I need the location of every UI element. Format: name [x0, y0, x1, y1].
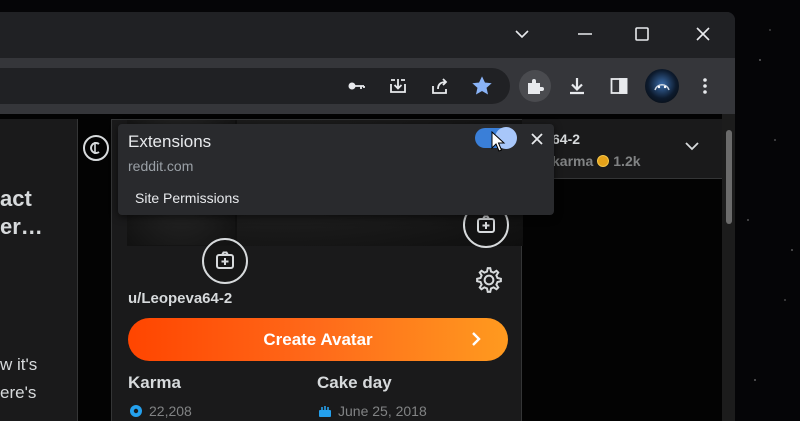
title-bar: [0, 12, 735, 58]
side-panel-icon[interactable]: [603, 70, 635, 102]
minimize-button[interactable]: [565, 20, 605, 48]
left-heading: act er…: [0, 185, 43, 241]
extensions-puzzle-icon[interactable]: [519, 70, 551, 102]
scrollbar-thumb[interactable]: [726, 130, 732, 224]
create-avatar-button[interactable]: Create Avatar: [128, 318, 508, 361]
site-permissions-link[interactable]: Site Permissions: [135, 190, 239, 206]
share-icon[interactable]: [424, 70, 456, 102]
left-body-text: w it's ere's: [0, 351, 37, 407]
coins-icon[interactable]: [82, 134, 110, 162]
left-sidebar-card: act er… w it's ere's: [0, 119, 78, 421]
profile-avatar[interactable]: [645, 69, 679, 103]
coin-icon: [597, 155, 610, 167]
more-menu-icon[interactable]: [689, 70, 721, 102]
maximize-button[interactable]: [622, 20, 662, 48]
browser-window: act er… w it's ere's u/Leopeva64-2 Creat…: [0, 12, 735, 421]
user-menu-karma: karma 1.2k: [552, 153, 641, 169]
karma-number: 22,208: [149, 403, 192, 419]
cake-day-date: June 25, 2018: [338, 403, 427, 419]
tab-search-chevron-icon[interactable]: [502, 20, 542, 48]
create-avatar-label: Create Avatar: [263, 329, 373, 349]
user-menu-name: 64-2: [552, 131, 581, 147]
left-text-line-1: w it's: [0, 355, 38, 374]
extensions-popup: Extensions reddit.com Site Permissions: [118, 124, 554, 215]
chevron-down-icon[interactable]: [684, 141, 700, 151]
cake-icon: [319, 406, 331, 417]
left-heading-line-2: er…: [0, 214, 43, 239]
browser-toolbar: [0, 58, 735, 114]
cake-day-value: June 25, 2018: [317, 403, 427, 419]
settings-gear-icon[interactable]: [474, 265, 504, 295]
user-menu-karma-label: karma: [552, 153, 594, 169]
cake-day-label: Cake day: [317, 373, 392, 392]
bookmark-star-icon[interactable]: [466, 70, 498, 102]
left-heading-line-1: act: [0, 186, 32, 211]
install-app-icon[interactable]: [382, 70, 414, 102]
chevron-right-icon: [472, 332, 481, 346]
karma-label: Karma: [128, 373, 181, 392]
add-avatar-image-button[interactable]: [202, 238, 248, 284]
download-icon[interactable]: [561, 70, 593, 102]
close-icon[interactable]: [529, 131, 545, 147]
address-bar[interactable]: [0, 68, 510, 104]
screen: act er… w it's ere's u/Leopeva64-2 Creat…: [0, 0, 800, 421]
karma-value: 22,208: [128, 403, 192, 419]
close-button[interactable]: [683, 20, 723, 48]
karma-gear-icon: [130, 405, 142, 417]
page-scrollbar[interactable]: [722, 114, 735, 421]
left-text-line-2: ere's: [0, 383, 37, 402]
extensions-popup-title: Extensions: [128, 132, 212, 151]
profile-username: u/Leopeva64-2: [128, 290, 233, 307]
user-menu-coins: 1.2k: [613, 153, 641, 169]
mouse-cursor-icon: [491, 131, 506, 152]
extensions-popup-site: reddit.com: [128, 158, 194, 174]
key-icon[interactable]: [340, 70, 372, 102]
